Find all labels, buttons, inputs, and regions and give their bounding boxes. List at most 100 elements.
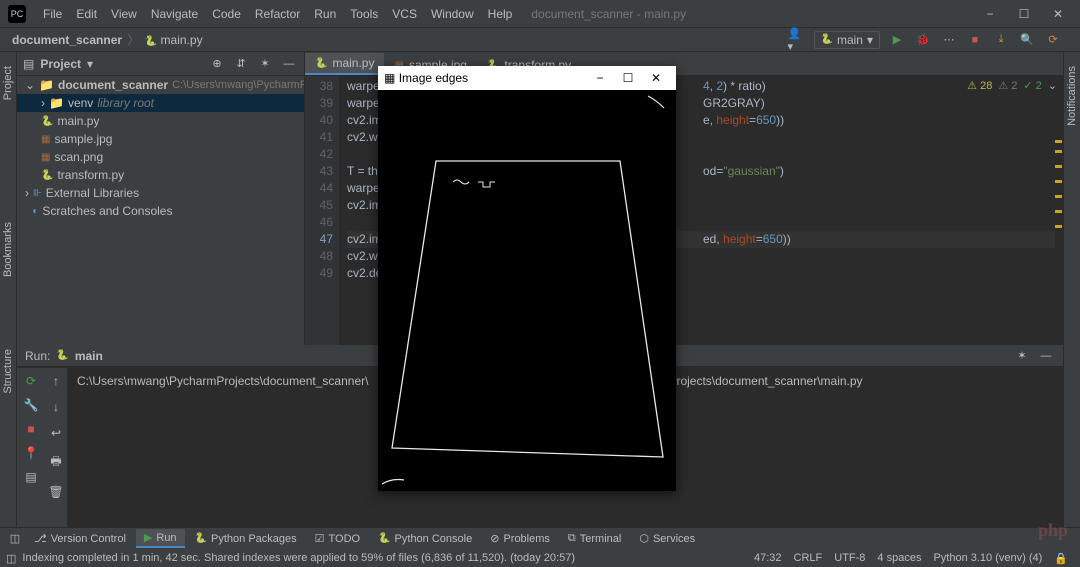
tool-python-packages[interactable]: 🐍Python Packages xyxy=(187,531,305,547)
run-button-icon[interactable]: ▶ xyxy=(888,31,906,49)
bookmarks-tool-button[interactable]: Bookmarks xyxy=(2,216,14,283)
status-bar: ◫ Indexing completed in 1 min, 42 sec. S… xyxy=(0,549,1080,567)
weak-warnings-icon[interactable]: ⚠ 2 xyxy=(998,78,1017,95)
status-caret-pos[interactable]: 47:32 xyxy=(748,552,788,564)
tree-scratches[interactable]: ◐ Scratches and Consoles xyxy=(17,202,304,220)
status-encoding[interactable]: UTF-8 xyxy=(828,552,871,564)
menu-run[interactable]: Run xyxy=(307,7,343,21)
tree-root[interactable]: ⌄ 📁 document_scanner C:\Users\mwang\Pych… xyxy=(17,76,304,94)
status-message: Indexing completed in 1 min, 42 sec. Sha… xyxy=(16,552,581,564)
breadcrumb[interactable]: document_scanner 〉 🐍 main.py xyxy=(8,31,207,48)
checks-icon[interactable]: ✓ 2 xyxy=(1023,78,1041,95)
more-run-icon[interactable]: ⋯ xyxy=(940,31,958,49)
menu-navigate[interactable]: Navigate xyxy=(144,7,205,21)
wrench-icon[interactable]: 🔧 xyxy=(24,398,39,412)
breadcrumb-file[interactable]: main.py xyxy=(161,33,203,47)
trash-icon[interactable]: 🗑 xyxy=(48,485,63,499)
project-tool-title: Project xyxy=(40,57,81,71)
stop-button-icon[interactable]: ■ xyxy=(966,31,984,49)
hide-icon[interactable]: — xyxy=(1037,347,1055,365)
tool-terminal[interactable]: ⧉Terminal xyxy=(560,530,629,547)
tool-problems[interactable]: ⊘Problems xyxy=(482,530,558,547)
status-line-sep[interactable]: CRLF xyxy=(788,552,829,564)
status-interpreter[interactable]: Python 3.10 (venv) (4) xyxy=(927,552,1048,564)
menu-file[interactable]: File xyxy=(36,7,69,21)
python-file-icon: 🐍 xyxy=(315,58,327,69)
print-icon[interactable]: 🖶 xyxy=(50,452,61,473)
menu-refactor[interactable]: Refactor xyxy=(248,7,307,21)
inspection-widget[interactable]: ⚠ 28 ⚠ 2 ✓ 2 ⌄ xyxy=(967,78,1057,95)
project-tree: ▤ Project ▾ ⊕ ⇵ ✶ — ⌄ 📁 document_scanner… xyxy=(17,52,305,345)
status-indent[interactable]: 4 spaces xyxy=(871,552,927,564)
warnings-icon[interactable]: ⚠ 28 xyxy=(967,78,992,95)
editor-tab-main[interactable]: 🐍main.py xyxy=(305,53,384,75)
menu-view[interactable]: View xyxy=(104,7,144,21)
navigation-bar: document_scanner 〉 🐍 main.py 👤▾ 🐍 main ▾… xyxy=(0,28,1080,52)
notifications-tool-button[interactable]: Notifications xyxy=(1066,60,1078,132)
maximize-icon[interactable]: ☐ xyxy=(1010,4,1038,24)
python-file-icon: 🐍 xyxy=(145,36,157,47)
expand-icon[interactable]: ⇵ xyxy=(232,55,250,73)
search-icon[interactable]: 🔍 xyxy=(1018,31,1036,49)
window-icon[interactable]: ◫ xyxy=(6,530,24,548)
rerun-icon[interactable]: ⟳ xyxy=(26,374,36,388)
project-tool-button[interactable]: Project xyxy=(2,60,14,106)
up-icon[interactable]: ↑ xyxy=(53,374,59,388)
tool-services[interactable]: ⬡Services xyxy=(631,530,703,547)
structure-tool-button[interactable]: Structure xyxy=(2,343,14,400)
wrap-icon[interactable]: ↩ xyxy=(51,426,61,440)
tree-external-libs[interactable]: › ⊪ External Libraries xyxy=(17,184,304,202)
tool-run[interactable]: ▶Run xyxy=(136,529,185,548)
run-config-name: main xyxy=(837,33,863,47)
menu-edit[interactable]: Edit xyxy=(69,7,104,21)
opencv-titlebar[interactable]: ▦ Image edges − ☐ ✕ xyxy=(378,66,676,90)
tree-venv[interactable]: › 📁 venv library root xyxy=(17,94,304,112)
status-indexing-icon: ◫ xyxy=(6,552,16,565)
layout-icon[interactable]: ▤ xyxy=(25,470,36,484)
run-side-toolbar: ⟳ 🔧 ■ 📍 ▤ xyxy=(17,368,45,527)
left-tool-stripe: Project Bookmarks Structure xyxy=(0,52,17,527)
tree-transform-py[interactable]: 🐍 transform.py xyxy=(17,166,304,184)
lock-icon[interactable]: 🔒 xyxy=(1048,552,1074,565)
minimize-icon[interactable]: − xyxy=(586,71,614,85)
tool-todo[interactable]: ☑TODO xyxy=(307,530,368,547)
menu-tools[interactable]: Tools xyxy=(343,7,385,21)
tree-main-py[interactable]: 🐍 main.py xyxy=(17,112,304,130)
stop-icon[interactable]: ■ xyxy=(27,422,34,436)
opencv-window[interactable]: ▦ Image edges − ☐ ✕ xyxy=(378,66,676,491)
tree-sample-jpg[interactable]: ▦ sample.jpg xyxy=(17,130,304,148)
chevron-down-icon[interactable]: ⌄ xyxy=(1048,78,1057,95)
menu-vcs[interactable]: VCS xyxy=(385,7,424,21)
tree-scan-png[interactable]: ▦ scan.png xyxy=(17,148,304,166)
close-icon[interactable]: ✕ xyxy=(1044,4,1072,24)
python-icon: 🐍 xyxy=(821,34,833,45)
debug-button-icon[interactable]: 🐞 xyxy=(914,31,932,49)
tool-python-console[interactable]: 🐍Python Console xyxy=(370,531,480,547)
menu-code[interactable]: Code xyxy=(205,7,248,21)
breadcrumb-root[interactable]: document_scanner xyxy=(12,33,122,47)
down-icon[interactable]: ↓ xyxy=(53,400,59,414)
run-config-label: main xyxy=(75,349,103,363)
tool-version-control[interactable]: ⎇Version Control xyxy=(26,530,134,547)
opencv-image-view xyxy=(378,90,676,491)
run-config-selector[interactable]: 🐍 main ▾ xyxy=(814,31,881,49)
gear-icon[interactable]: ✶ xyxy=(1013,347,1031,365)
pin-icon[interactable]: 📍 xyxy=(24,446,39,460)
minimize-icon[interactable]: − xyxy=(976,4,1004,24)
maximize-icon[interactable]: ☐ xyxy=(614,71,642,85)
hide-icon[interactable]: — xyxy=(280,55,298,73)
settings-icon[interactable]: ✶ xyxy=(256,55,274,73)
user-icon[interactable]: 👤▾ xyxy=(788,31,806,49)
bottom-tool-bar: ◫ ⎇Version Control ▶Run 🐍Python Packages… xyxy=(0,527,1080,549)
menu-window[interactable]: Window xyxy=(424,7,481,21)
pycharm-logo: PC xyxy=(8,5,26,23)
close-icon[interactable]: ✕ xyxy=(642,71,670,85)
menu-help[interactable]: Help xyxy=(481,7,520,21)
target-icon[interactable]: ⊕ xyxy=(208,55,226,73)
git-icon[interactable]: ⤓ xyxy=(992,31,1010,49)
window-title: document_scanner - main.py xyxy=(531,7,686,21)
run-side-toolbar-2: ↑ ↓ ↩ 🖶 🗑 xyxy=(45,368,67,527)
error-stripe[interactable] xyxy=(1053,100,1063,345)
update-icon[interactable]: ⟳ xyxy=(1044,31,1062,49)
python-icon: 🐍 xyxy=(56,350,68,361)
